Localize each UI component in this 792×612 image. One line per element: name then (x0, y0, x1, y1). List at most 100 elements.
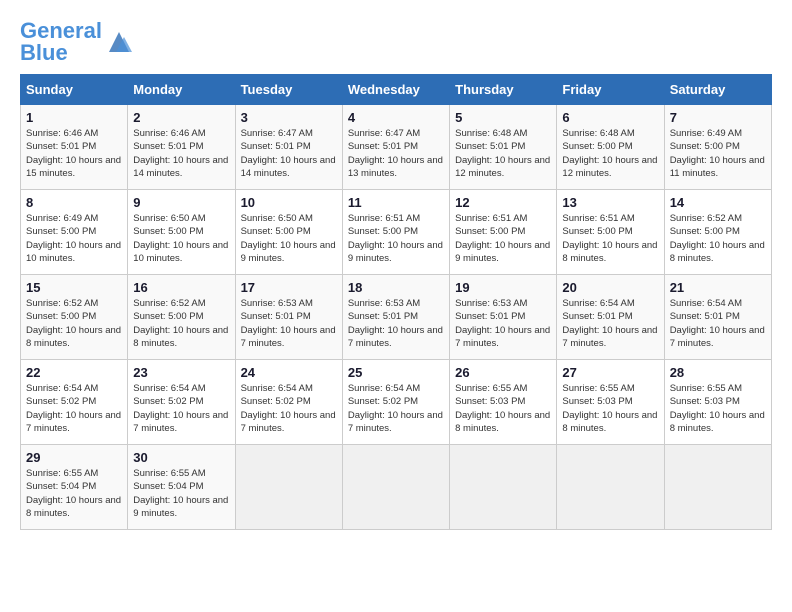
day-info: Sunrise: 6:54 AM Sunset: 5:02 PM Dayligh… (133, 382, 229, 435)
sunset-text: Sunset: 5:01 PM (348, 311, 418, 322)
calendar-cell: 29 Sunrise: 6:55 AM Sunset: 5:04 PM Dayl… (21, 445, 128, 530)
calendar-cell (450, 445, 557, 530)
sunset-text: Sunset: 5:00 PM (455, 226, 525, 237)
sunrise-text: Sunrise: 6:49 AM (26, 213, 98, 224)
day-number: 30 (133, 450, 229, 465)
day-info: Sunrise: 6:55 AM Sunset: 5:03 PM Dayligh… (670, 382, 766, 435)
sunrise-text: Sunrise: 6:48 AM (455, 128, 527, 139)
sunset-text: Sunset: 5:00 PM (133, 226, 203, 237)
calendar-cell: 27 Sunrise: 6:55 AM Sunset: 5:03 PM Dayl… (557, 360, 664, 445)
day-info: Sunrise: 6:55 AM Sunset: 5:04 PM Dayligh… (26, 467, 122, 520)
sunrise-text: Sunrise: 6:55 AM (26, 468, 98, 479)
day-info: Sunrise: 6:52 AM Sunset: 5:00 PM Dayligh… (133, 297, 229, 350)
daylight-text: Daylight: 10 hours and 9 minutes. (455, 240, 550, 264)
day-of-week-header: Tuesday (235, 75, 342, 105)
daylight-text: Daylight: 10 hours and 7 minutes. (562, 325, 657, 349)
logo: General Blue (20, 20, 134, 64)
calendar-cell: 19 Sunrise: 6:53 AM Sunset: 5:01 PM Dayl… (450, 275, 557, 360)
sunrise-text: Sunrise: 6:51 AM (348, 213, 420, 224)
sunrise-text: Sunrise: 6:49 AM (670, 128, 742, 139)
sunset-text: Sunset: 5:01 PM (455, 311, 525, 322)
day-info: Sunrise: 6:55 AM Sunset: 5:03 PM Dayligh… (562, 382, 658, 435)
day-number: 25 (348, 365, 444, 380)
daylight-text: Daylight: 10 hours and 8 minutes. (133, 325, 228, 349)
day-info: Sunrise: 6:52 AM Sunset: 5:00 PM Dayligh… (670, 212, 766, 265)
calendar-cell: 13 Sunrise: 6:51 AM Sunset: 5:00 PM Dayl… (557, 190, 664, 275)
sunset-text: Sunset: 5:00 PM (241, 226, 311, 237)
day-number: 20 (562, 280, 658, 295)
daylight-text: Daylight: 10 hours and 7 minutes. (348, 410, 443, 434)
calendar-cell: 26 Sunrise: 6:55 AM Sunset: 5:03 PM Dayl… (450, 360, 557, 445)
day-info: Sunrise: 6:50 AM Sunset: 5:00 PM Dayligh… (241, 212, 337, 265)
calendar-week-row: 22 Sunrise: 6:54 AM Sunset: 5:02 PM Dayl… (21, 360, 772, 445)
calendar-cell: 18 Sunrise: 6:53 AM Sunset: 5:01 PM Dayl… (342, 275, 449, 360)
daylight-text: Daylight: 10 hours and 8 minutes. (26, 325, 121, 349)
calendar-cell: 9 Sunrise: 6:50 AM Sunset: 5:00 PM Dayli… (128, 190, 235, 275)
calendar-table: SundayMondayTuesdayWednesdayThursdayFrid… (20, 74, 772, 530)
daylight-text: Daylight: 10 hours and 14 minutes. (241, 155, 336, 179)
day-info: Sunrise: 6:46 AM Sunset: 5:01 PM Dayligh… (26, 127, 122, 180)
daylight-text: Daylight: 10 hours and 7 minutes. (133, 410, 228, 434)
sunset-text: Sunset: 5:01 PM (241, 311, 311, 322)
sunrise-text: Sunrise: 6:47 AM (348, 128, 420, 139)
day-number: 12 (455, 195, 551, 210)
calendar-week-row: 1 Sunrise: 6:46 AM Sunset: 5:01 PM Dayli… (21, 105, 772, 190)
day-info: Sunrise: 6:52 AM Sunset: 5:00 PM Dayligh… (26, 297, 122, 350)
day-number: 5 (455, 110, 551, 125)
day-number: 17 (241, 280, 337, 295)
daylight-text: Daylight: 10 hours and 8 minutes. (455, 410, 550, 434)
day-of-week-header: Wednesday (342, 75, 449, 105)
calendar-cell: 17 Sunrise: 6:53 AM Sunset: 5:01 PM Dayl… (235, 275, 342, 360)
day-info: Sunrise: 6:54 AM Sunset: 5:01 PM Dayligh… (670, 297, 766, 350)
calendar-week-row: 29 Sunrise: 6:55 AM Sunset: 5:04 PM Dayl… (21, 445, 772, 530)
sunrise-text: Sunrise: 6:55 AM (133, 468, 205, 479)
day-number: 10 (241, 195, 337, 210)
sunrise-text: Sunrise: 6:52 AM (133, 298, 205, 309)
calendar-cell: 8 Sunrise: 6:49 AM Sunset: 5:00 PM Dayli… (21, 190, 128, 275)
sunrise-text: Sunrise: 6:55 AM (670, 383, 742, 394)
day-info: Sunrise: 6:47 AM Sunset: 5:01 PM Dayligh… (241, 127, 337, 180)
day-number: 3 (241, 110, 337, 125)
sunset-text: Sunset: 5:03 PM (670, 396, 740, 407)
calendar-cell: 5 Sunrise: 6:48 AM Sunset: 5:01 PM Dayli… (450, 105, 557, 190)
calendar-cell: 25 Sunrise: 6:54 AM Sunset: 5:02 PM Dayl… (342, 360, 449, 445)
sunset-text: Sunset: 5:04 PM (133, 481, 203, 492)
daylight-text: Daylight: 10 hours and 14 minutes. (133, 155, 228, 179)
day-info: Sunrise: 6:54 AM Sunset: 5:02 PM Dayligh… (348, 382, 444, 435)
calendar-cell: 22 Sunrise: 6:54 AM Sunset: 5:02 PM Dayl… (21, 360, 128, 445)
daylight-text: Daylight: 10 hours and 8 minutes. (562, 410, 657, 434)
calendar-cell: 23 Sunrise: 6:54 AM Sunset: 5:02 PM Dayl… (128, 360, 235, 445)
sunset-text: Sunset: 5:02 PM (241, 396, 311, 407)
sunset-text: Sunset: 5:02 PM (133, 396, 203, 407)
daylight-text: Daylight: 10 hours and 7 minutes. (241, 410, 336, 434)
day-info: Sunrise: 6:54 AM Sunset: 5:01 PM Dayligh… (562, 297, 658, 350)
day-number: 1 (26, 110, 122, 125)
day-number: 7 (670, 110, 766, 125)
day-of-week-header: Monday (128, 75, 235, 105)
sunrise-text: Sunrise: 6:54 AM (26, 383, 98, 394)
calendar-cell (557, 445, 664, 530)
calendar-week-row: 8 Sunrise: 6:49 AM Sunset: 5:00 PM Dayli… (21, 190, 772, 275)
calendar-cell: 3 Sunrise: 6:47 AM Sunset: 5:01 PM Dayli… (235, 105, 342, 190)
sunrise-text: Sunrise: 6:46 AM (26, 128, 98, 139)
daylight-text: Daylight: 10 hours and 13 minutes. (348, 155, 443, 179)
sunset-text: Sunset: 5:01 PM (133, 141, 203, 152)
calendar-cell: 24 Sunrise: 6:54 AM Sunset: 5:02 PM Dayl… (235, 360, 342, 445)
daylight-text: Daylight: 10 hours and 7 minutes. (26, 410, 121, 434)
daylight-text: Daylight: 10 hours and 8 minutes. (670, 410, 765, 434)
sunset-text: Sunset: 5:00 PM (133, 311, 203, 322)
page-header: General Blue (20, 20, 772, 64)
day-info: Sunrise: 6:51 AM Sunset: 5:00 PM Dayligh… (348, 212, 444, 265)
day-info: Sunrise: 6:55 AM Sunset: 5:04 PM Dayligh… (133, 467, 229, 520)
day-info: Sunrise: 6:48 AM Sunset: 5:01 PM Dayligh… (455, 127, 551, 180)
daylight-text: Daylight: 10 hours and 9 minutes. (348, 240, 443, 264)
daylight-text: Daylight: 10 hours and 11 minutes. (670, 155, 765, 179)
sunset-text: Sunset: 5:00 PM (26, 311, 96, 322)
sunrise-text: Sunrise: 6:48 AM (562, 128, 634, 139)
day-info: Sunrise: 6:53 AM Sunset: 5:01 PM Dayligh… (348, 297, 444, 350)
day-of-week-header: Friday (557, 75, 664, 105)
sunset-text: Sunset: 5:00 PM (26, 226, 96, 237)
daylight-text: Daylight: 10 hours and 7 minutes. (241, 325, 336, 349)
sunrise-text: Sunrise: 6:50 AM (133, 213, 205, 224)
day-info: Sunrise: 6:51 AM Sunset: 5:00 PM Dayligh… (455, 212, 551, 265)
